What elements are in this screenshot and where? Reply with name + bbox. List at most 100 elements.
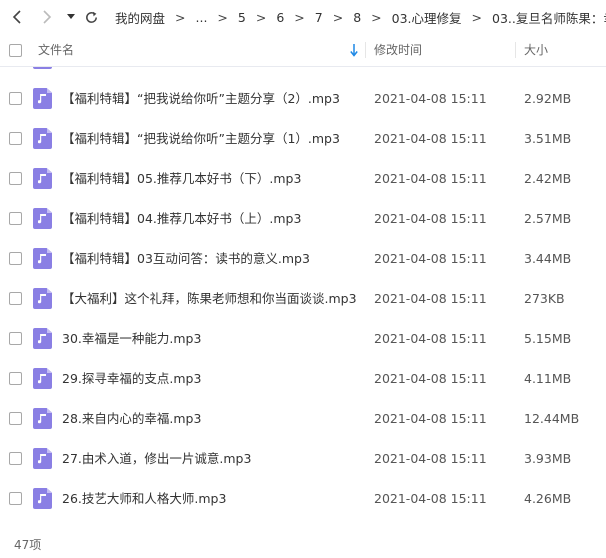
file-modified: 2021-04-08 15:11 — [374, 171, 487, 186]
audio-file-icon — [33, 328, 52, 349]
file-row[interactable]: 【福利特辑】03互动问答：读书的意义.mp3 2021-04-08 15:11 3.… — [0, 239, 606, 279]
row-checkbox[interactable] — [9, 252, 22, 265]
size-column-header[interactable]: 大小 — [524, 34, 548, 66]
audio-file-icon — [33, 408, 52, 429]
breadcrumb-item[interactable]: ... — [194, 10, 210, 25]
breadcrumb-separator-icon: > — [471, 9, 483, 25]
file-modified: 2021-04-08 15:11 — [374, 91, 487, 106]
file-row[interactable]: 29.探寻幸福的支点.mp3 2021-04-08 15:11 4.11MB — [0, 359, 606, 399]
audio-file-icon — [33, 208, 52, 229]
file-name[interactable]: 27.由术入道，修出一片诚意.mp3 — [62, 439, 251, 479]
audio-file-icon — [33, 168, 52, 189]
breadcrumb-separator-icon: > — [217, 9, 228, 25]
row-checkbox[interactable] — [9, 452, 22, 465]
file-modified: 2021-04-08 15:11 — [374, 291, 487, 306]
file-name[interactable]: 【福利特辑】“把我说给你听”主题分享（2）.mp3 — [62, 79, 340, 119]
chevron-left-icon[interactable] — [8, 8, 26, 26]
file-name[interactable]: 【福利特辑】“把我说给你听”主题分享（1）.mp3 — [62, 119, 340, 159]
breadcrumb-item[interactable]: 03.心理修复 — [390, 8, 464, 27]
file-row[interactable]: 【福利特辑】05.推荐几本好书（下）.mp3 2021-04-08 15:11 2.… — [0, 159, 606, 199]
file-name[interactable]: 【福利特辑】03互动问答：读书的意义.mp3 — [62, 239, 310, 279]
audio-file-icon — [33, 288, 52, 309]
file-name[interactable]: 28.来自内心的幸福.mp3 — [62, 399, 201, 439]
breadcrumb-separator-icon: > — [294, 9, 305, 25]
file-name[interactable]: 29.探寻幸福的支点.mp3 — [62, 359, 201, 399]
file-modified: 2021-04-08 15:11 — [374, 251, 487, 266]
file-size: 273KB — [524, 291, 565, 306]
arrow-down-icon[interactable] — [350, 34, 358, 66]
breadcrumb-item[interactable]: 7 — [313, 10, 325, 25]
file-name[interactable]: 26.技艺大师和人格大师.mp3 — [62, 479, 226, 519]
row-checkbox[interactable] — [9, 92, 22, 105]
row-checkbox[interactable] — [9, 172, 22, 185]
file-row[interactable]: 【福利特辑】“把我说给你听”主题分享（2）.mp3 2021-04-08 15:1… — [0, 79, 606, 119]
column-divider[interactable] — [365, 42, 366, 58]
refresh-icon[interactable] — [82, 8, 100, 26]
row-checkbox[interactable] — [9, 412, 22, 425]
file-modified: 2021-04-08 15:11 — [374, 371, 487, 386]
file-size: 12.44MB — [524, 411, 580, 426]
file-row[interactable]: 【大福利】这个礼拜，陈果老师想和你当面谈谈.mp3 2021-04-08 15:1… — [0, 279, 606, 319]
column-divider[interactable] — [515, 42, 516, 58]
file-modified: 2021-04-08 15:11 — [374, 211, 487, 226]
row-checkbox[interactable] — [9, 212, 22, 225]
breadcrumb-separator-icon: > — [371, 9, 382, 25]
audio-file-icon — [33, 488, 52, 509]
breadcrumb: 我的网盘 > ... > 5 > 6 > 7 > 8 > 03.心理修复 > 0… — [113, 0, 606, 34]
chevron-right-icon[interactable] — [38, 8, 56, 26]
modified-column-header[interactable]: 修改时间 — [374, 34, 422, 66]
file-modified: 2021-04-08 15:11 — [374, 411, 487, 426]
file-row[interactable]: 28.来自内心的幸福.mp3 2021-04-08 15:11 12.44MB — [0, 399, 606, 439]
file-row[interactable]: 【福利特辑】“把我说给你听”主题分享（1）.mp3 2021-04-08 15:1… — [0, 119, 606, 159]
audio-file-icon — [33, 67, 52, 69]
status-bar: 47项 — [0, 528, 606, 558]
name-column-header[interactable]: 文件名 — [38, 34, 74, 66]
select-all-checkbox[interactable] — [9, 44, 22, 57]
row-checkbox[interactable] — [9, 292, 22, 305]
file-list[interactable]: 【福利特辑】“把我说给你听”主题分享（3）.mp3 2021-04-08 15:1… — [0, 67, 606, 527]
file-size: 2.42MB — [524, 171, 572, 186]
breadcrumb-item[interactable]: 5 — [236, 10, 248, 25]
file-row[interactable]: 26.技艺大师和人格大师.mp3 2021-04-08 15:11 4.26MB — [0, 479, 606, 519]
audio-file-icon — [33, 448, 52, 469]
file-row[interactable]: 【福利特辑】“把我说给你听”主题分享（3）.mp3 2021-04-08 15:1… — [0, 67, 606, 79]
file-row[interactable]: 30.幸福是一种能力.mp3 2021-04-08 15:11 5.15MB — [0, 319, 606, 359]
file-size: 2.92MB — [524, 91, 572, 106]
file-modified: 2021-04-08 15:11 — [374, 131, 487, 146]
file-name[interactable]: 【大福利】这个礼拜，陈果老师想和你当面谈谈.mp3 — [62, 279, 357, 319]
breadcrumb-item[interactable]: 03..复旦名师陈果：幸福 — [490, 8, 606, 27]
breadcrumb-separator-icon: > — [175, 9, 186, 25]
file-row[interactable]: 27.由术入道，修出一片诚意.mp3 2021-04-08 15:11 3.93MB — [0, 439, 606, 479]
column-header: 文件名 修改时间 大小 — [0, 34, 606, 67]
file-size: 4.26MB — [524, 491, 572, 506]
file-size: 2.57MB — [524, 211, 572, 226]
breadcrumb-item[interactable]: 6 — [274, 10, 286, 25]
file-name[interactable]: 【福利特辑】“把我说给你听”主题分享（3）.mp3 — [62, 67, 340, 79]
file-name[interactable]: 30.幸福是一种能力.mp3 — [62, 319, 201, 359]
caret-down-icon[interactable] — [62, 8, 80, 26]
file-modified: 2021-04-08 15:11 — [374, 67, 487, 79]
file-size: 3.51MB — [524, 131, 572, 146]
row-checkbox[interactable] — [9, 492, 22, 505]
breadcrumb-separator-icon: > — [255, 9, 267, 25]
breadcrumb-separator-icon: > — [332, 9, 344, 25]
file-modified: 2021-04-08 15:11 — [374, 331, 487, 346]
file-size: 4.11MB — [524, 371, 572, 386]
toolbar: 我的网盘 > ... > 5 > 6 > 7 > 8 > 03.心理修复 > 0… — [0, 0, 606, 34]
audio-file-icon — [33, 128, 52, 149]
file-size: 3.93MB — [524, 451, 572, 466]
item-count: 47项 — [14, 538, 42, 552]
file-size: 3.44MB — [524, 251, 572, 266]
row-checkbox[interactable] — [9, 132, 22, 145]
breadcrumb-item[interactable]: 8 — [351, 10, 363, 25]
file-size: 2.68MB — [524, 67, 571, 79]
file-row[interactable]: 【福利特辑】04.推荐几本好书（上）.mp3 2021-04-08 15:11 2.… — [0, 199, 606, 239]
row-checkbox[interactable] — [9, 332, 22, 345]
file-size: 5.15MB — [524, 331, 572, 346]
file-modified: 2021-04-08 15:11 — [374, 491, 487, 506]
audio-file-icon — [33, 88, 52, 109]
file-name[interactable]: 【福利特辑】04.推荐几本好书（上）.mp3 — [62, 199, 301, 239]
file-name[interactable]: 【福利特辑】05.推荐几本好书（下）.mp3 — [62, 159, 301, 199]
row-checkbox[interactable] — [9, 372, 22, 385]
breadcrumb-item[interactable]: 我的网盘 — [113, 8, 167, 27]
